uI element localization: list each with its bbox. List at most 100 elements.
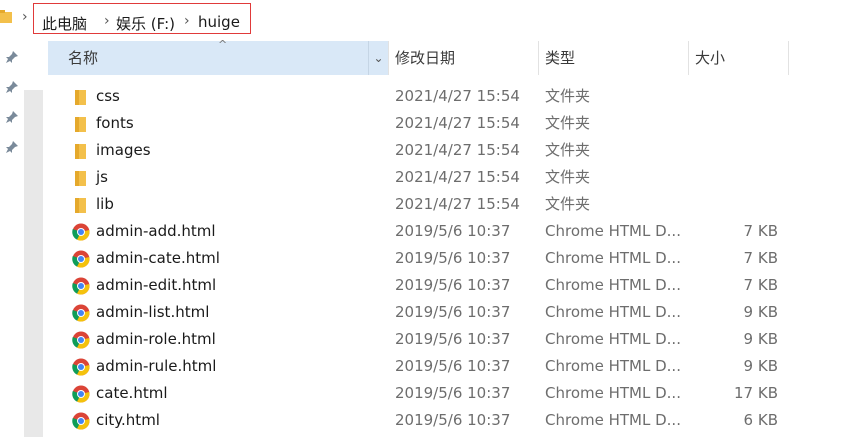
- file-name: fonts: [96, 114, 134, 132]
- file-size: [688, 83, 778, 110]
- address-bar[interactable]: › 此电脑 › 娱乐 (F:) › huige: [0, 0, 842, 38]
- chrome-html-icon: [72, 304, 90, 322]
- file-name: admin-edit.html: [96, 276, 217, 294]
- list-item[interactable]: lib 2021/4/27 15:54 文件夹: [48, 191, 842, 218]
- breadcrumb-item-this-pc[interactable]: 此电脑: [42, 13, 87, 34]
- file-size: 9 KB: [743, 357, 778, 375]
- chrome-html-icon: [72, 385, 90, 403]
- breadcrumb-item-drive[interactable]: 娱乐 (F:): [116, 13, 175, 34]
- file-name: admin-role.html: [96, 330, 216, 348]
- file-modified: 2019/5/6 10:37: [395, 303, 511, 321]
- column-header-type[interactable]: 类型: [545, 41, 575, 75]
- file-name: cate.html: [96, 384, 168, 402]
- chevron-right-icon[interactable]: ›: [104, 13, 110, 29]
- file-modified: 2021/4/27 15:54: [395, 195, 520, 213]
- chrome-html-icon: [72, 331, 90, 349]
- list-item[interactable]: admin-rule.html 2019/5/6 10:37 Chrome HT…: [48, 353, 842, 380]
- list-item[interactable]: admin-list.html 2019/5/6 10:37 Chrome HT…: [48, 299, 842, 326]
- chevron-down-icon[interactable]: ⌄: [368, 41, 388, 75]
- chrome-html-icon: [72, 223, 90, 241]
- pin-icon[interactable]: [5, 50, 19, 64]
- file-size: 6 KB: [743, 411, 778, 429]
- file-type: 文件夹: [545, 168, 591, 186]
- pin-icon[interactable]: [5, 110, 19, 124]
- file-size: [688, 110, 778, 137]
- column-divider[interactable]: [788, 41, 789, 75]
- chrome-html-icon: [72, 358, 90, 376]
- file-modified: 2021/4/27 15:54: [395, 168, 520, 186]
- column-header-modified[interactable]: 修改日期: [395, 41, 455, 75]
- file-name: admin-add.html: [96, 222, 216, 240]
- file-modified: 2019/5/6 10:37: [395, 411, 511, 429]
- file-modified: 2021/4/27 15:54: [395, 141, 520, 159]
- folder-icon: [75, 171, 86, 186]
- file-size: 7 KB: [743, 222, 778, 240]
- list-item[interactable]: admin-role.html 2019/5/6 10:37 Chrome HT…: [48, 326, 842, 353]
- list-item[interactable]: cate.html 2019/5/6 10:37 Chrome HTML D..…: [48, 380, 842, 407]
- column-header-name[interactable]: ^ 名称 ⌄: [48, 39, 388, 75]
- folder-icon: [75, 117, 86, 132]
- file-type: Chrome HTML D...: [545, 249, 681, 267]
- file-size: 7 KB: [743, 249, 778, 267]
- file-type: 文件夹: [545, 114, 591, 132]
- file-type: Chrome HTML D...: [545, 276, 681, 294]
- pin-icon[interactable]: [5, 140, 19, 154]
- list-item[interactable]: city.html 2019/5/6 10:37 Chrome HTML D..…: [48, 407, 842, 434]
- file-size: 9 KB: [743, 303, 778, 321]
- folder-icon: [75, 198, 86, 213]
- chevron-right-icon[interactable]: ›: [184, 13, 190, 29]
- file-type: Chrome HTML D...: [545, 330, 681, 348]
- list-item[interactable]: images 2021/4/27 15:54 文件夹: [48, 137, 842, 164]
- list-item[interactable]: js 2021/4/27 15:54 文件夹: [48, 164, 842, 191]
- file-size: [688, 191, 778, 218]
- file-name: js: [96, 168, 108, 186]
- file-modified: 2019/5/6 10:37: [395, 276, 511, 294]
- folder-icon: [75, 144, 86, 159]
- file-name: lib: [96, 195, 114, 213]
- column-header-size[interactable]: 大小: [695, 41, 725, 75]
- file-size: 9 KB: [743, 330, 778, 348]
- navigation-pane-edge: [0, 38, 24, 437]
- breadcrumb-item-folder[interactable]: huige: [198, 13, 240, 31]
- file-modified: 2019/5/6 10:37: [395, 384, 511, 402]
- list-item[interactable]: admin-add.html 2019/5/6 10:37 Chrome HTM…: [48, 218, 842, 245]
- navigation-scrollbar[interactable]: [24, 90, 43, 437]
- chevron-right-icon[interactable]: ›: [22, 9, 28, 25]
- chrome-html-icon: [72, 412, 90, 430]
- file-size: [688, 137, 778, 164]
- file-modified: 2019/5/6 10:37: [395, 357, 511, 375]
- file-modified: 2019/5/6 10:37: [395, 222, 511, 240]
- file-type: 文件夹: [545, 195, 591, 213]
- column-divider[interactable]: [688, 41, 689, 75]
- file-type: Chrome HTML D...: [545, 303, 681, 321]
- file-name: admin-list.html: [96, 303, 210, 321]
- list-item[interactable]: fonts 2021/4/27 15:54 文件夹: [48, 110, 842, 137]
- file-modified: 2019/5/6 10:37: [395, 330, 511, 348]
- file-type: Chrome HTML D...: [545, 357, 681, 375]
- folder-icon: [75, 90, 86, 105]
- file-size: 17 KB: [734, 384, 778, 402]
- file-modified: 2021/4/27 15:54: [395, 87, 520, 105]
- list-item[interactable]: admin-cate.html 2019/5/6 10:37 Chrome HT…: [48, 245, 842, 272]
- list-item[interactable]: admin-edit.html 2019/5/6 10:37 Chrome HT…: [48, 272, 842, 299]
- file-name: admin-rule.html: [96, 357, 217, 375]
- file-name: css: [96, 87, 120, 105]
- breadcrumb[interactable]: 此电脑 › 娱乐 (F:) › huige: [33, 3, 251, 34]
- folder-icon: [0, 10, 12, 23]
- column-divider[interactable]: [538, 41, 539, 75]
- pin-icon[interactable]: [5, 80, 19, 94]
- chrome-html-icon: [72, 250, 90, 268]
- file-size: [688, 164, 778, 191]
- file-type: Chrome HTML D...: [545, 222, 681, 240]
- column-divider[interactable]: [388, 41, 389, 75]
- list-item[interactable]: css 2021/4/27 15:54 文件夹: [48, 83, 842, 110]
- file-name: admin-cate.html: [96, 249, 220, 267]
- chrome-html-icon: [72, 277, 90, 295]
- file-modified: 2019/5/6 10:37: [395, 249, 511, 267]
- file-name: images: [96, 141, 151, 159]
- column-header-name-label: 名称: [68, 49, 99, 67]
- file-type: Chrome HTML D...: [545, 384, 681, 402]
- file-type: 文件夹: [545, 87, 591, 105]
- file-size: 7 KB: [743, 276, 778, 294]
- file-name: city.html: [96, 411, 160, 429]
